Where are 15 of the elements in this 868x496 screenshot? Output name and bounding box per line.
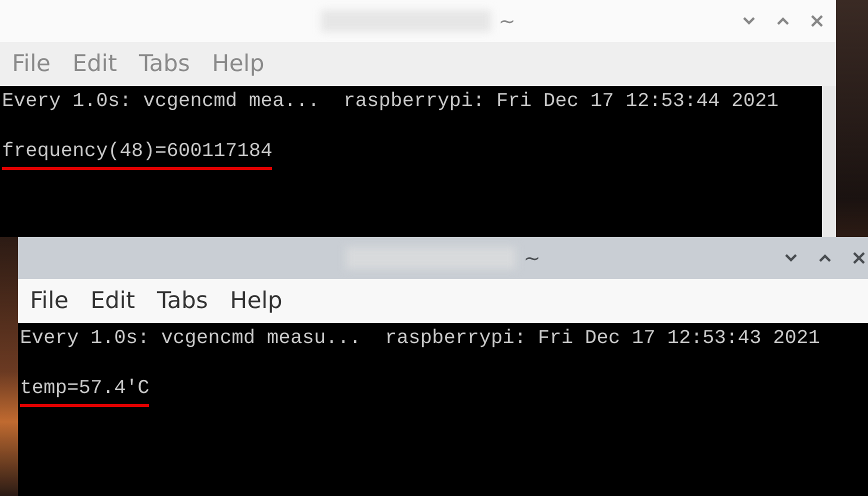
command-output: frequency(48)=600117184: [2, 139, 272, 170]
window-title: ~: [524, 246, 540, 270]
menu-item[interactable]: Help: [230, 288, 282, 314]
menu-item[interactable]: Tabs: [157, 288, 208, 314]
window-title: ~: [498, 9, 516, 33]
watch-header: Every 1.0s: vcgencmd mea...: [2, 89, 320, 114]
menu-item[interactable]: File: [30, 288, 68, 314]
watch-header: Every 1.0s: vcgencmd measu...: [20, 326, 361, 351]
host-timestamp: raspberrypi: Fri Dec 17 12:53:43 2021: [385, 326, 820, 351]
host-timestamp: raspberrypi: Fri Dec 17 12:53:44 2021: [343, 89, 779, 114]
close-icon[interactable]: [810, 14, 824, 28]
close-icon[interactable]: [852, 251, 866, 265]
scrollbar[interactable]: [822, 86, 836, 237]
command-output: temp=57.4'C: [20, 376, 150, 407]
menu-item[interactable]: Edit: [90, 288, 136, 314]
